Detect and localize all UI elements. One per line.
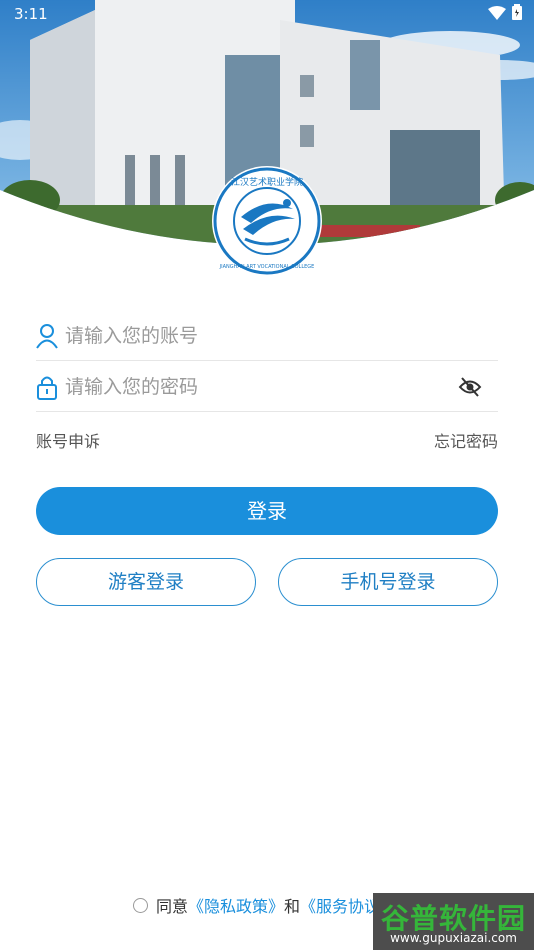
lock-icon [36,374,58,400]
agree-radio[interactable] [133,897,148,913]
status-time: 3:11 [14,5,48,23]
phone-login-button[interactable]: 手机号登录 [278,558,498,606]
agree-prefix: 同意 [156,897,189,916]
wifi-icon [488,5,506,24]
logo-name-text: 江汉艺术职业学院 [231,176,303,188]
password-input[interactable] [65,370,445,404]
college-logo: 江汉艺术职业学院 JIANGHAN ART VOCATIONAL COLLEGE [211,165,323,277]
login-button[interactable]: 登录 [36,487,498,535]
account-appeal-link[interactable]: 账号申诉 [36,428,100,452]
agree-and: 和 [284,897,301,916]
eye-off-icon[interactable] [458,376,482,398]
watermark-logo: 谷普软件园 www.gupuxiazai.com [373,893,534,950]
status-bar: 3:11 [0,0,534,28]
battery-icon [512,4,522,24]
logo-english-text: JIANGHAN ART VOCATIONAL COLLEGE [219,264,315,270]
agreement-row: 同意 《隐私政策》 和 《服务协议》 [133,893,396,917]
account-field [36,311,498,361]
watermark-url: www.gupuxiazai.com [390,931,517,945]
account-input[interactable] [65,319,445,353]
user-icon [36,323,58,349]
forgot-password-link[interactable]: 忘记密码 [434,428,498,452]
password-field [36,362,498,412]
privacy-policy-link[interactable]: 《隐私政策》 [188,893,284,917]
guest-login-button[interactable]: 游客登录 [36,558,256,606]
